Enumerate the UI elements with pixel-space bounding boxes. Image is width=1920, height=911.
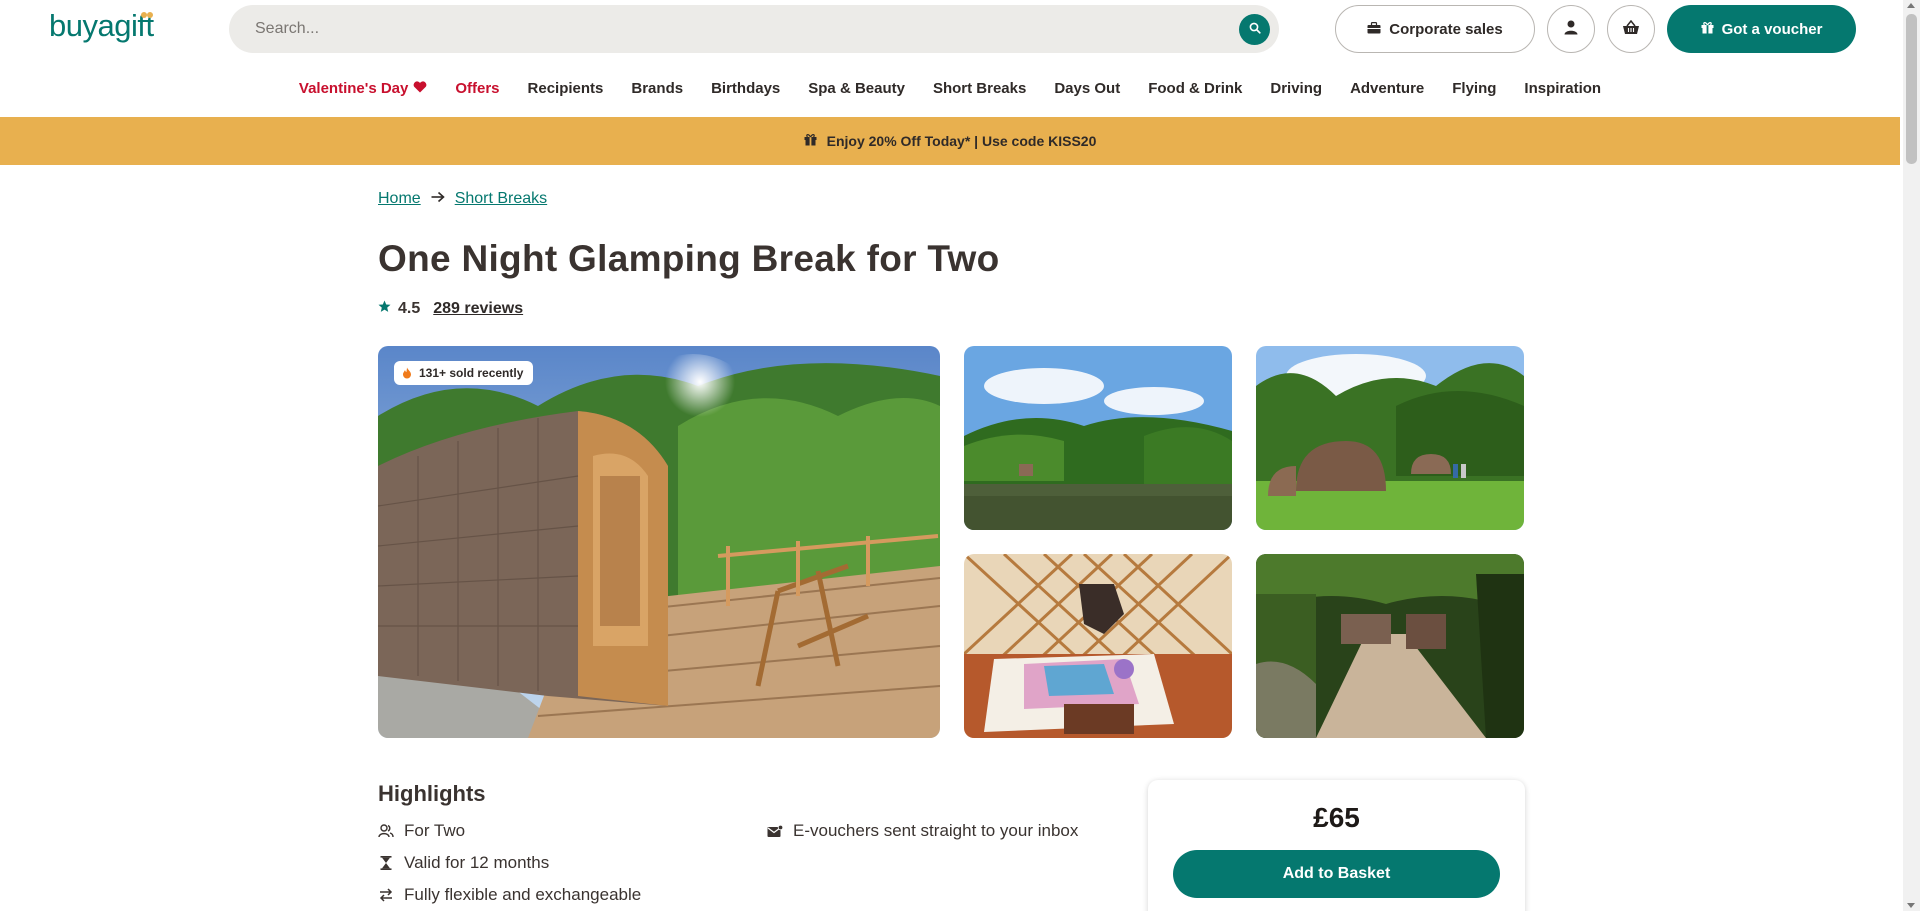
nav-item-days-out[interactable]: Days Out (1040, 76, 1134, 100)
nav-item-driving[interactable]: Driving (1256, 76, 1336, 100)
highlight-label: For Two (404, 821, 466, 840)
nav-item-label: Inspiration (1524, 79, 1602, 97)
nav-item-label: Offers (455, 79, 500, 97)
heart-icon (413, 80, 427, 97)
search-button[interactable] (1239, 14, 1270, 45)
scroll-thumb[interactable] (1906, 14, 1917, 164)
svg-text:buyagift: buyagift (49, 8, 154, 43)
nav-item-food-drink[interactable]: Food & Drink (1134, 76, 1256, 100)
search-bar (229, 5, 1279, 53)
reviews-link[interactable]: 289 reviews (433, 300, 523, 318)
nav-item-label: Adventure (1350, 79, 1425, 97)
nav-item-label: Birthdays (711, 79, 781, 97)
nav-item-flying[interactable]: Flying (1438, 76, 1510, 100)
nav-item-brands[interactable]: Brands (617, 76, 697, 100)
nav-item-adventure[interactable]: Adventure (1336, 76, 1438, 100)
product-title: One Night Glamping Break for Two (378, 238, 1000, 279)
breadcrumb: Home Short Breaks (378, 190, 547, 208)
promo-banner[interactable]: Enjoy 20% Off Today* | Use code KISS20 (0, 117, 1900, 165)
account-button[interactable] (1547, 5, 1595, 53)
gift-icon (804, 133, 817, 149)
corporate-sales-button[interactable]: Corporate sales (1335, 5, 1535, 53)
sold-recently-badge: 131+ sold recently (394, 361, 534, 385)
highlight-item: Valid for 12 months (378, 853, 549, 873)
lake-photo (964, 346, 1232, 530)
gallery-thumbnail-lake[interactable] (964, 346, 1232, 530)
nav-item-label: Brands (631, 79, 684, 97)
nav-item-label: Driving (1270, 79, 1323, 97)
corporate-sales-label: Corporate sales (1389, 20, 1503, 38)
basket-icon (1622, 19, 1640, 39)
scroll-up-arrow-icon[interactable] (1907, 3, 1915, 8)
exchange-icon (378, 887, 394, 903)
highlight-label: E-vouchers sent straight to your inbox (793, 821, 1079, 840)
main-product-image[interactable]: 131+ sold recently (378, 346, 940, 738)
purchase-box: £65 Add to Basket (1148, 780, 1525, 911)
arrow-right-icon (431, 190, 445, 208)
woodland-path-photo (1256, 554, 1524, 738)
nav-item-label: Spa & Beauty (808, 79, 905, 97)
highlight-label: Valid for 12 months (404, 853, 550, 872)
nav-item-birthdays[interactable]: Birthdays (697, 76, 794, 100)
sold-recently-text: 131+ sold recently (419, 366, 524, 380)
add-to-basket-button[interactable]: Add to Basket (1173, 850, 1500, 898)
product-rating: 4.5 289 reviews (378, 300, 523, 318)
main-nav: Valentine's Day Offers Recipients Brands… (0, 76, 1900, 100)
nav-item-label: Flying (1452, 79, 1497, 97)
page-scrollbar[interactable] (1903, 0, 1920, 911)
nav-item-inspiration[interactable]: Inspiration (1510, 76, 1615, 100)
glamping-pod-photo (378, 346, 940, 738)
envelope-icon (767, 823, 783, 839)
flame-icon (402, 367, 412, 379)
buyagift-logo[interactable]: buyagift (49, 8, 175, 50)
gift-icon (1701, 21, 1714, 38)
highlights-title: Highlights (378, 781, 486, 806)
gallery-thumbnail-yurt[interactable] (964, 554, 1232, 738)
search-input[interactable] (255, 5, 1205, 53)
basket-button[interactable] (1607, 5, 1655, 53)
got-a-voucher-button[interactable]: Got a voucher (1667, 5, 1856, 53)
briefcase-icon (1367, 21, 1381, 38)
nav-item-label: Days Out (1054, 79, 1121, 97)
nav-item-label: Short Breaks (932, 79, 1027, 97)
site-header: buyagift Corporate sales Got a v (0, 0, 1900, 60)
highlight-item: Fully flexible and exchangeable (378, 885, 641, 905)
nav-item-spa-beauty[interactable]: Spa & Beauty (794, 76, 919, 100)
rating-value: 4.5 (398, 300, 421, 317)
nav-item-label: Food & Drink (1148, 79, 1243, 97)
highlight-item: For Two (378, 821, 465, 841)
nav-item-offers[interactable]: Offers (441, 76, 513, 100)
nav-item-recipients[interactable]: Recipients (514, 76, 618, 100)
highlight-item: E-vouchers sent straight to your inbox (767, 821, 1078, 841)
nav-item-label: Valentine's Day (298, 79, 409, 97)
breadcrumb-short-breaks[interactable]: Short Breaks (455, 190, 547, 208)
gallery-thumbnail-path[interactable] (1256, 554, 1524, 738)
nav-item-short-breaks[interactable]: Short Breaks (919, 76, 1040, 100)
nav-item-valentines-day[interactable]: Valentine's Day (285, 76, 441, 100)
scroll-down-arrow-icon[interactable] (1907, 903, 1915, 908)
nav-item-label: Recipients (527, 79, 604, 97)
got-a-voucher-label: Got a voucher (1721, 20, 1823, 38)
search-icon (1249, 21, 1261, 39)
people-icon (378, 823, 394, 839)
star-icon (378, 300, 391, 318)
pods-field-photo (1256, 346, 1524, 530)
product-price: £65 (1313, 802, 1360, 833)
user-icon (1564, 20, 1578, 39)
highlight-label: Fully flexible and exchangeable (404, 885, 642, 904)
gallery-thumbnail-pods[interactable] (1256, 346, 1524, 530)
yurt-interior-photo (964, 554, 1232, 738)
promo-text: Enjoy 20% Off Today* | Use code KISS20 (826, 133, 1097, 149)
breadcrumb-home[interactable]: Home (378, 190, 421, 208)
hourglass-icon (378, 855, 394, 871)
